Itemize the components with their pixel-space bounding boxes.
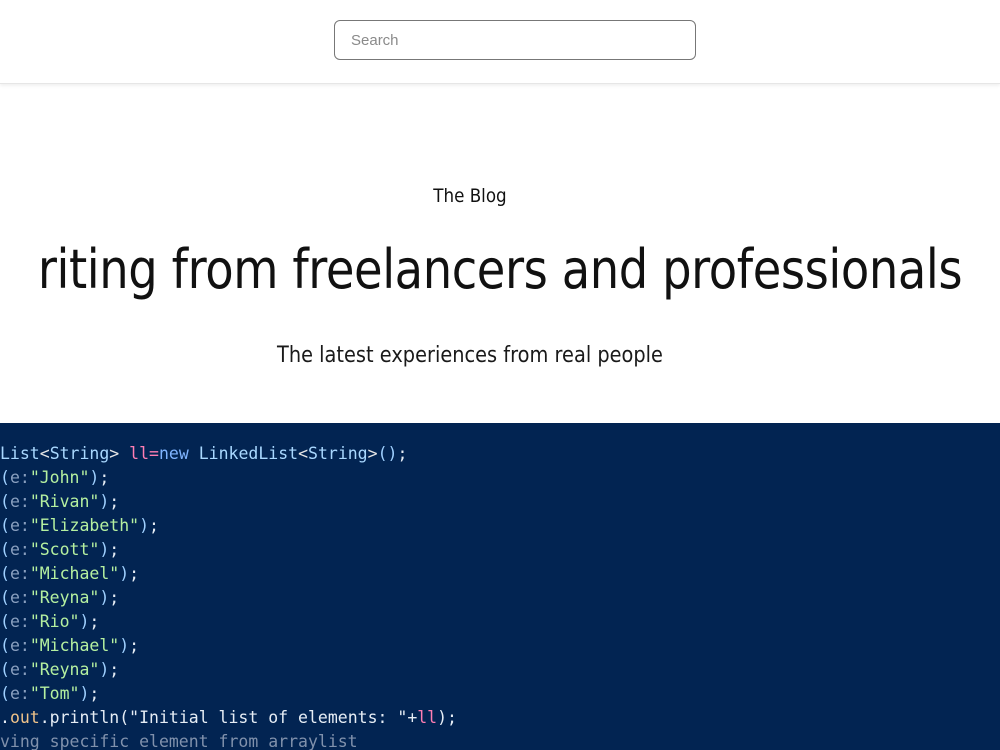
blog-eyebrow: The Blog (433, 185, 507, 207)
code-line-add: (e:"Scott"); (0, 540, 120, 559)
code-line-add: (e:"Reyna"); (0, 588, 120, 607)
code-line-add: (e:"Elizabeth"); (0, 516, 159, 535)
hero-title: riting from freelancers and professional… (37, 238, 963, 301)
code-line-add: (e:"Rio"); (0, 612, 100, 631)
code-line-declaration: List<String> ll=new LinkedList<String>()… (0, 444, 408, 463)
code-line-println: .out.println("Initial list of elements: … (0, 708, 457, 727)
code-line-add: (e:"Michael"); (0, 636, 140, 655)
code-line-comment: ving specific element from arraylist (0, 732, 358, 750)
code-line-add: (e:"John"); (0, 468, 110, 487)
code-block: List<String> ll=new LinkedList<String>()… (0, 423, 1000, 750)
code-line-add: (e:"Tom"); (0, 684, 100, 703)
code-line-add: (e:"Reyna"); (0, 660, 120, 679)
search-input[interactable] (334, 20, 696, 60)
code-line-add: (e:"Rivan"); (0, 492, 120, 511)
hero-subtitle: The latest experiences from real people (277, 343, 663, 368)
code-line-add: (e:"Michael"); (0, 564, 140, 583)
top-bar (0, 0, 1000, 84)
